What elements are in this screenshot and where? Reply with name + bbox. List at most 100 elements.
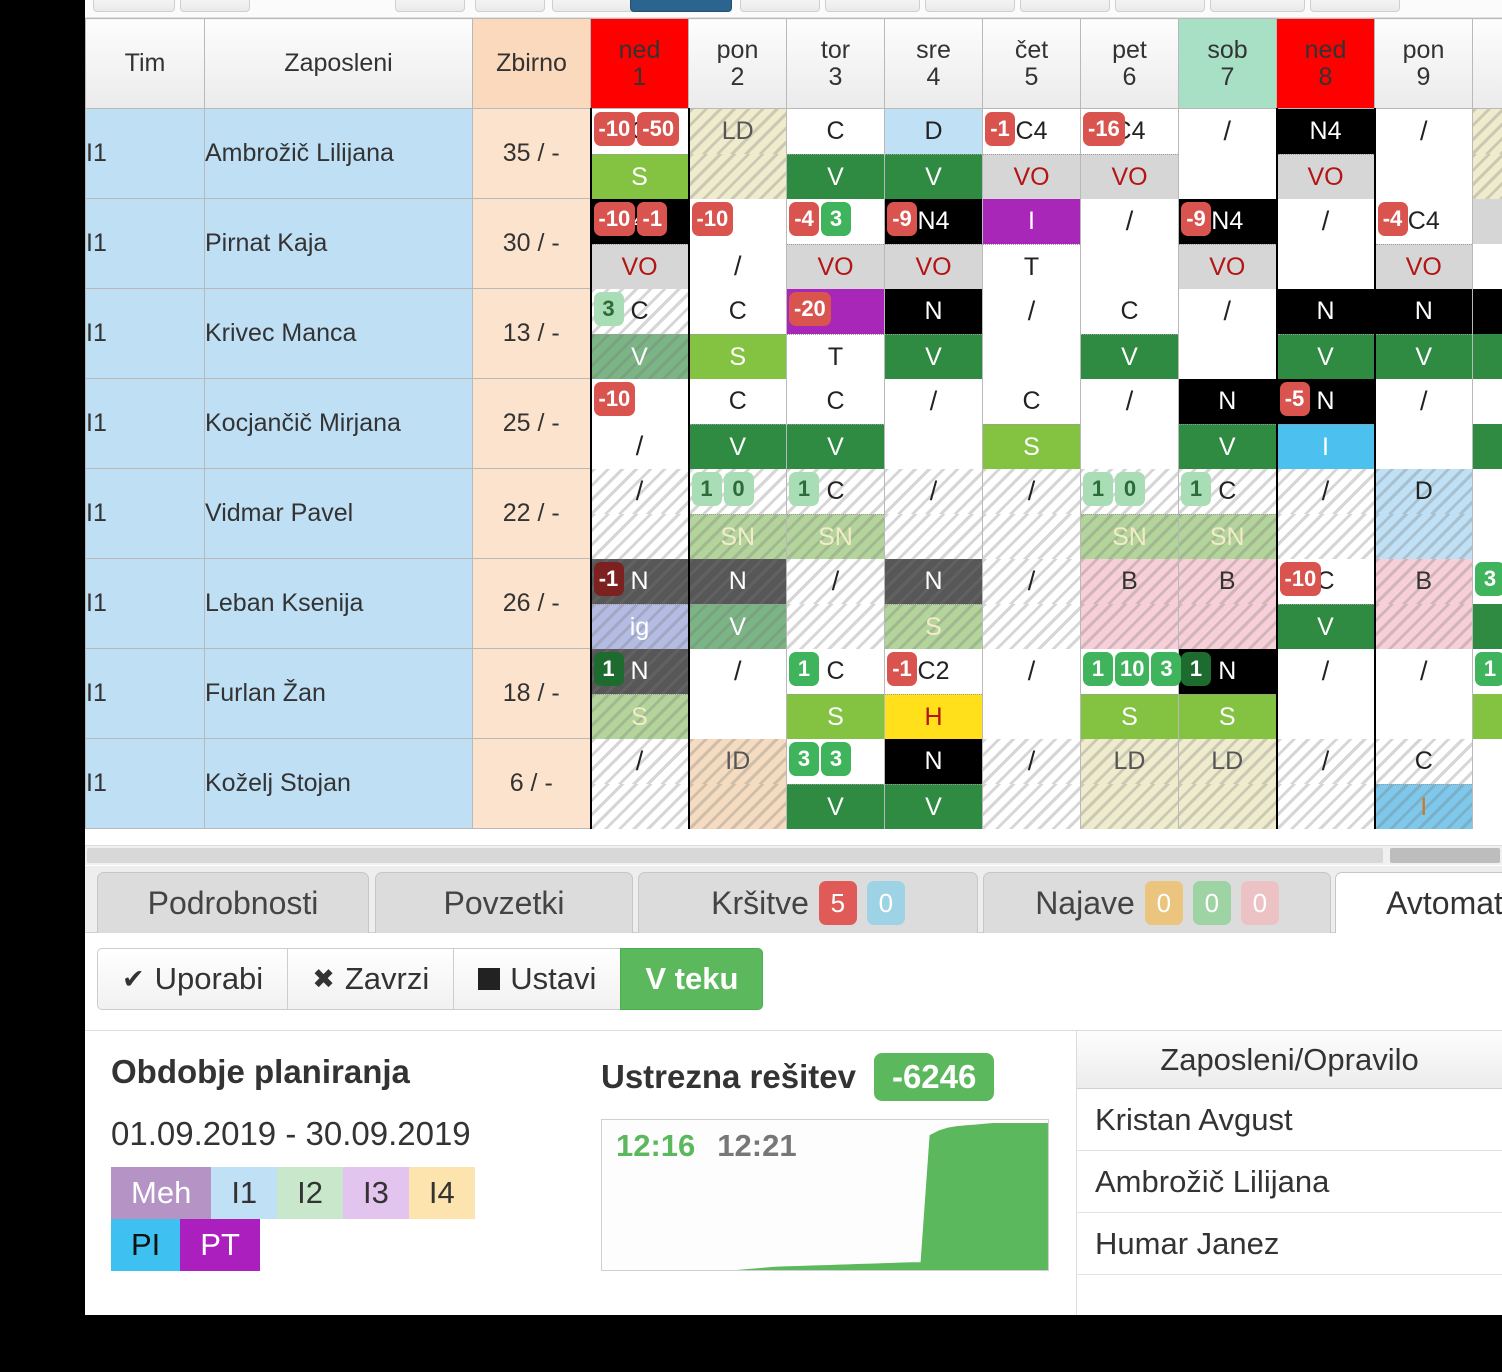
day-header-5[interactable]: čet 5: [982, 18, 1081, 109]
toolbar-button-0[interactable]: [93, 0, 175, 12]
shift-cell-partial[interactable]: [1472, 378, 1502, 469]
cell-employee-name[interactable]: Ambrožič Lilijana: [204, 108, 473, 199]
toolbar-button-8[interactable]: [925, 0, 1015, 12]
shift-cell[interactable]: /: [982, 288, 1081, 379]
shift-cell[interactable]: ID: [688, 738, 787, 829]
toolbar-button-3[interactable]: [475, 0, 545, 12]
shift-cell[interactable]: NS1: [1178, 648, 1277, 739]
toolbar-button-10[interactable]: [1115, 0, 1205, 12]
shift-cell[interactable]: /: [982, 558, 1081, 649]
shift-cell[interactable]: C SN 1: [1178, 468, 1277, 559]
scrollbar-track-end[interactable]: [1390, 848, 1500, 863]
tab-povzetki[interactable]: Povzetki: [375, 872, 633, 933]
shift-cell[interactable]: NS: [884, 558, 983, 649]
day-header-6[interactable]: pet 6: [1080, 18, 1179, 109]
shift-cell[interactable]: NV: [1275, 288, 1376, 379]
shift-cell[interactable]: CI: [1374, 738, 1473, 829]
cell-summary[interactable]: 26 / -: [472, 558, 591, 649]
shift-cell[interactable]: 4VO-10-1: [589, 198, 690, 289]
shift-cell-partial[interactable]: [1472, 468, 1502, 559]
uporabi-button[interactable]: ✔ Uporabi: [97, 948, 288, 1010]
shift-cell-partial[interactable]: [1472, 288, 1502, 379]
shift-cell[interactable]: /: [688, 648, 787, 739]
horizontal-scrollbar[interactable]: [85, 845, 1502, 865]
cell-team[interactable]: I1: [85, 468, 205, 559]
tab-najave[interactable]: Najave 0 0 0: [983, 872, 1331, 933]
shift-cell-partial[interactable]: [1472, 108, 1502, 199]
shift-cell[interactable]: CS-10-50: [589, 108, 690, 199]
shift-cell[interactable]: V33: [786, 738, 885, 829]
shift-cell[interactable]: NV: [1374, 288, 1473, 379]
day-header-partial[interactable]: [1472, 18, 1502, 109]
cell-employee-name[interactable]: Koželj Stojan: [204, 738, 473, 829]
table-row[interactable]: I1 Krivec Manca 13 / - C V 3 C S T -20 N V / C V / N V N V: [85, 288, 1502, 379]
cell-summary[interactable]: 25 / -: [472, 378, 591, 469]
team-chip-meh[interactable]: Meh: [111, 1167, 212, 1219]
shift-cell[interactable]: VO -4 3: [786, 198, 885, 289]
shift-cell[interactable]: IT: [982, 198, 1081, 289]
cell-team[interactable]: I1: [85, 378, 205, 469]
cell-summary[interactable]: 35 / -: [472, 108, 591, 199]
shift-cell[interactable]: /: [1374, 108, 1473, 199]
shift-cell[interactable]: /: [1080, 378, 1179, 469]
shift-cell[interactable]: N4 VO -9: [1178, 198, 1277, 289]
table-row[interactable]: I1 Kocjančič Mirjana 25 / - / -10 C V C V / C S / N V N…: [85, 378, 1502, 469]
cell-employee-name[interactable]: Krivec Manca: [204, 288, 473, 379]
cell-employee-name[interactable]: Leban Ksenija: [204, 558, 473, 649]
shift-cell[interactable]: N I -5: [1275, 378, 1376, 469]
tab-avtomatika[interactable]: Avtomatika: [1335, 872, 1502, 933]
shift-cell-partial[interactable]: 3: [1472, 558, 1502, 649]
shift-cell[interactable]: /: [1080, 198, 1179, 289]
shift-cell[interactable]: C4 VO -4: [1374, 198, 1473, 289]
shift-cell[interactable]: /: [1275, 648, 1376, 739]
shift-cell[interactable]: /: [1275, 198, 1376, 289]
cell-summary[interactable]: 18 / -: [472, 648, 591, 739]
cell-team[interactable]: I1: [85, 558, 205, 649]
v-teku-button[interactable]: V teku: [620, 948, 764, 1010]
shift-cell[interactable]: C4 VO -16: [1080, 108, 1179, 199]
shift-cell[interactable]: NS1: [589, 648, 690, 739]
shift-cell[interactable]: /: [982, 738, 1081, 829]
cell-team[interactable]: I1: [85, 738, 205, 829]
shift-cell[interactable]: S 1 10 3: [1080, 648, 1182, 739]
table-row[interactable]: I1 Furlan Žan 18 / - N S 1/C S 1 C2 H -1/S 1 10 3 N S 1/…: [85, 648, 1502, 739]
shift-cell[interactable]: CS1: [786, 648, 885, 739]
cell-team[interactable]: I1: [85, 198, 205, 289]
shift-cell[interactable]: CV: [688, 378, 787, 469]
shift-cell-partial[interactable]: 1: [1472, 648, 1502, 739]
shift-cell[interactable]: /: [982, 468, 1081, 559]
shift-cell[interactable]: /: [884, 468, 983, 559]
day-header-2[interactable]: pon 2: [688, 18, 787, 109]
cell-summary[interactable]: 22 / -: [472, 468, 591, 559]
tab-kr-itve[interactable]: Kršitve 5 0: [638, 872, 978, 933]
shift-cell[interactable]: LD: [688, 108, 787, 199]
shift-cell[interactable]: CV: [1080, 288, 1179, 379]
table-row[interactable]: I1 Koželj Stojan 6 / - / ID V 3 3 N V / LD LD / C I: [85, 738, 1502, 829]
shift-cell[interactable]: NV: [1178, 378, 1277, 469]
day-header-4[interactable]: sre 4: [884, 18, 983, 109]
day-header-7[interactable]: sob 7: [1178, 18, 1277, 109]
shift-cell[interactable]: NV: [884, 738, 983, 829]
scrollbar-thumb[interactable]: [87, 848, 1383, 863]
ustavi-button[interactable]: Ustavi: [453, 948, 621, 1010]
shift-cell[interactable]: /: [1275, 468, 1376, 559]
shift-cell[interactable]: LD: [1080, 738, 1179, 829]
shift-cell[interactable]: B: [1178, 558, 1277, 649]
shift-cell[interactable]: / -10: [589, 378, 690, 469]
team-chip-pt[interactable]: PT: [180, 1219, 260, 1271]
shift-cell[interactable]: DV: [884, 108, 983, 199]
shift-cell[interactable]: /: [589, 738, 690, 829]
shift-cell[interactable]: NV: [688, 558, 787, 649]
cell-employee-name[interactable]: Pirnat Kaja: [204, 198, 473, 289]
shift-cell[interactable]: /: [1374, 378, 1473, 469]
team-chip-i4[interactable]: I4: [408, 1167, 475, 1219]
team-chip-pi[interactable]: PI: [111, 1219, 181, 1271]
cell-team[interactable]: I1: [85, 288, 205, 379]
toolbar-button-5[interactable]: [630, 0, 732, 12]
toolbar-button-12[interactable]: [1310, 0, 1400, 12]
cell-team[interactable]: I1: [85, 648, 205, 739]
shift-cell[interactable]: CV3: [589, 288, 690, 379]
team-chip-i1[interactable]: I1: [211, 1167, 278, 1219]
toolbar-button-2[interactable]: [395, 0, 465, 12]
shift-cell-partial[interactable]: [1472, 198, 1502, 289]
